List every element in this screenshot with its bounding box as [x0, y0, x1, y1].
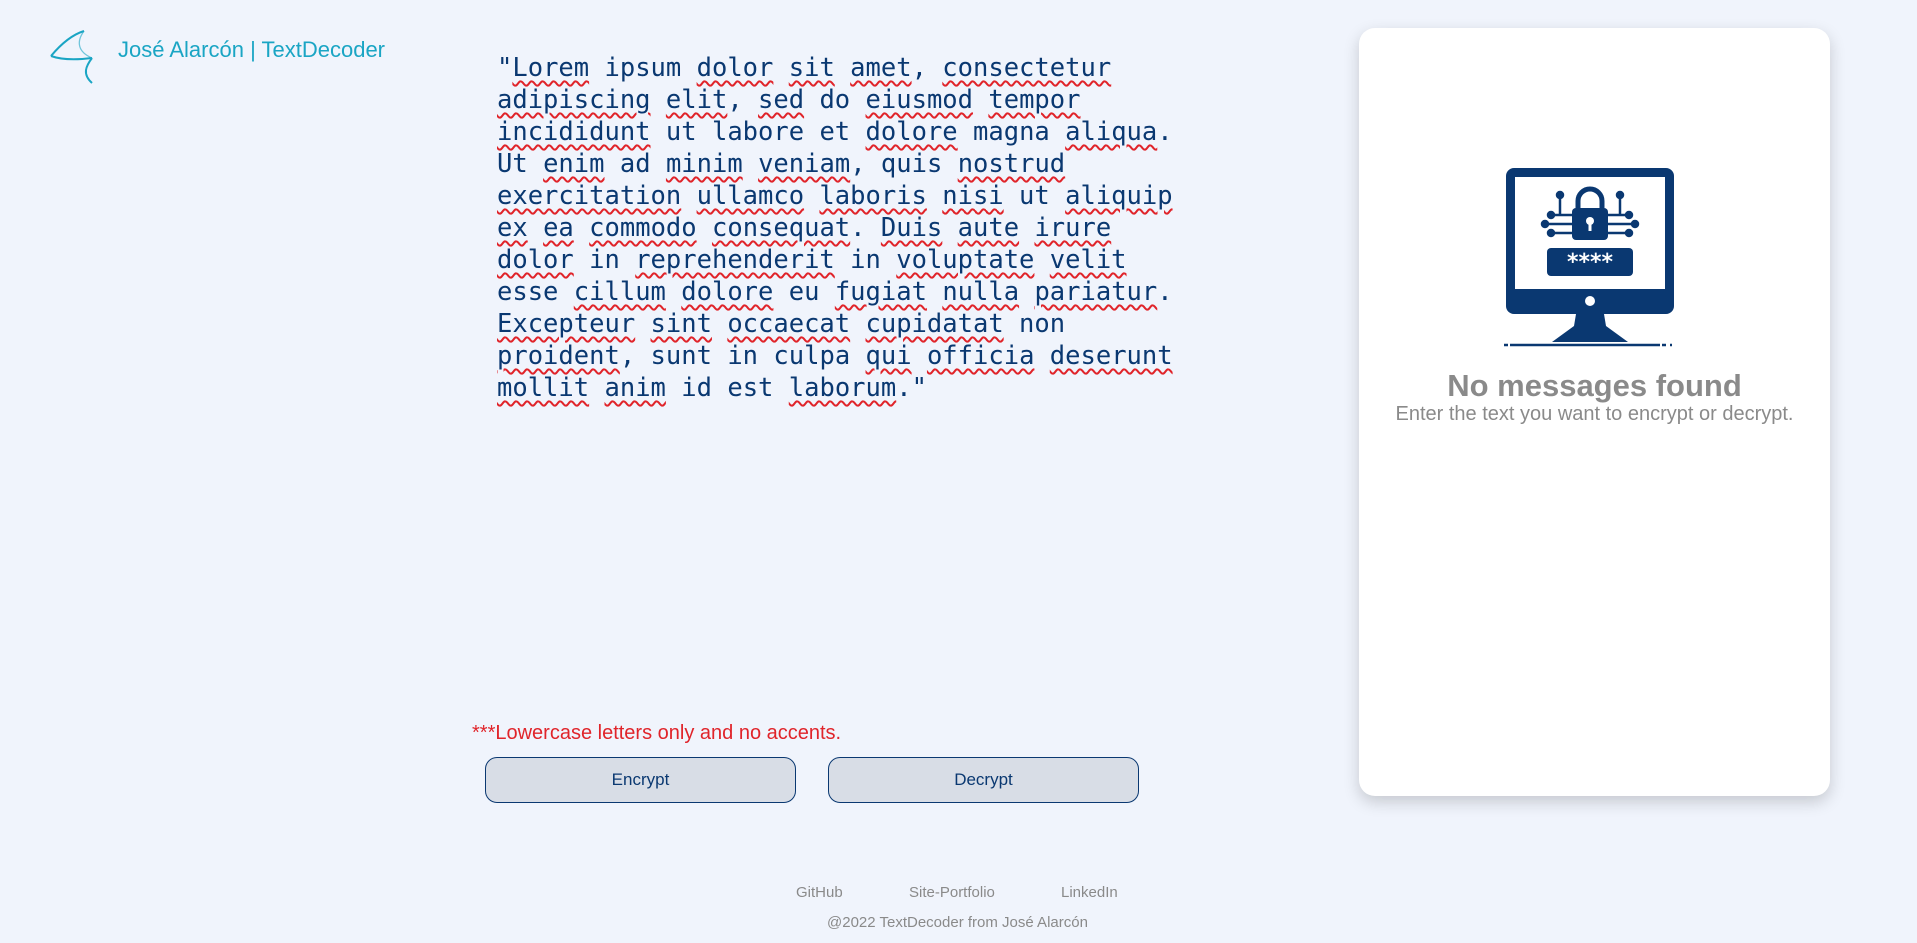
output-panel: **** No messages found Enter the text yo… — [1359, 28, 1830, 796]
message-input[interactable]: "Lorem ipsum dolor sit amet, consectetur… — [497, 52, 1187, 652]
footer-link-github[interactable]: GitHub — [796, 884, 843, 901]
copyright-text: @2022 TextDecoder from José Alarcón — [827, 914, 1088, 931]
footer-link-portfolio[interactable]: Site-Portfolio — [909, 884, 995, 901]
input-warning: ***Lowercase letters only and no accents… — [472, 722, 842, 744]
decrypt-button[interactable]: Decrypt — [828, 757, 1139, 803]
svg-text:****: **** — [1567, 250, 1614, 275]
empty-state-title: No messages found — [1447, 368, 1742, 403]
monitor-lock-password-icon: **** — [1504, 168, 1678, 347]
header: José Alarcón | TextDecoder — [48, 28, 385, 84]
encrypt-button[interactable]: Encrypt — [485, 757, 796, 803]
brand-title[interactable]: José Alarcón | TextDecoder — [118, 37, 385, 63]
footer-link-linkedin[interactable]: LinkedIn — [1061, 884, 1118, 901]
empty-state-subtitle: Enter the text you want to encrypt or de… — [1395, 403, 1794, 425]
triangle-swirl-logo-icon[interactable] — [48, 28, 98, 84]
footer-links: GitHub Site-Portfolio LinkedIn — [0, 884, 1917, 906]
